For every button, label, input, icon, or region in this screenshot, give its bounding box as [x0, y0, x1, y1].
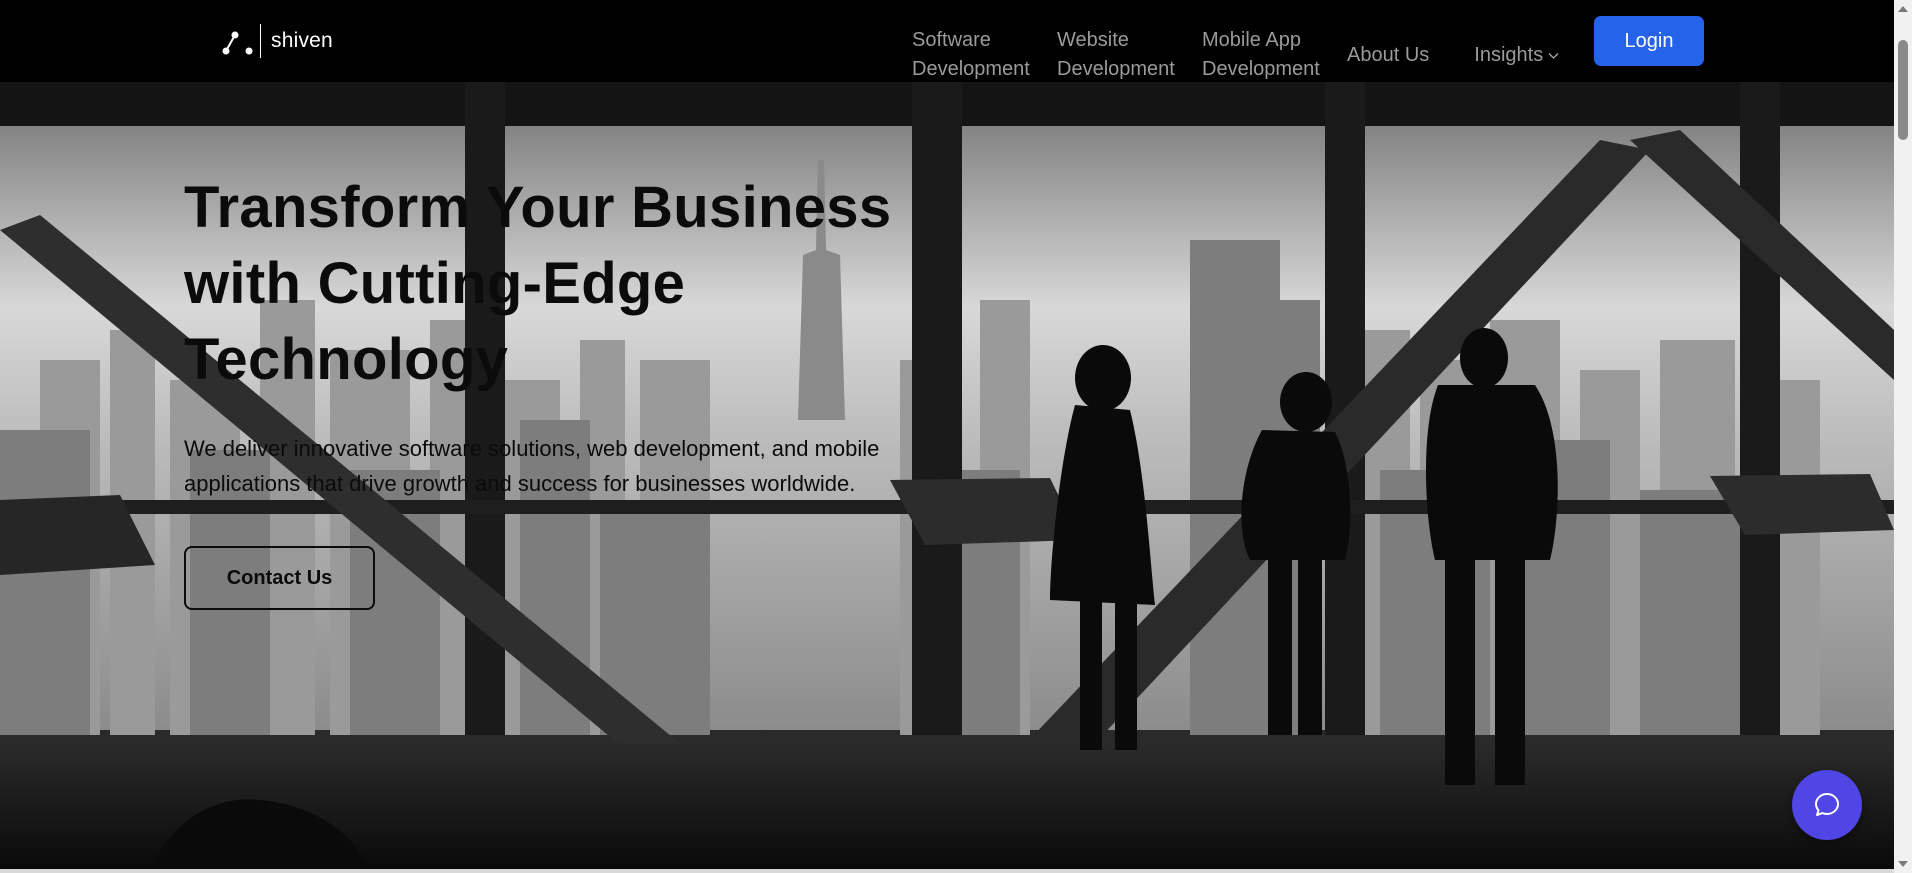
nav-item-about-us[interactable]: About Us	[1347, 41, 1429, 70]
contact-us-button[interactable]: Contact Us	[184, 546, 375, 610]
scroll-up-icon[interactable]	[1898, 6, 1908, 12]
logo-mark-icon	[222, 31, 253, 55]
nav-item-insights-dropdown[interactable]: Insights	[1474, 41, 1560, 70]
nav-item-website-development[interactable]: Website Development	[1057, 26, 1177, 84]
chat-bubble-icon	[1815, 793, 1839, 816]
chat-launcher-button[interactable]	[1792, 770, 1862, 840]
login-button[interactable]: Login	[1594, 16, 1704, 66]
hero-section: Transform Your Business with Cutting-Edg…	[184, 170, 944, 610]
top-navbar: shiven Software Development Website Deve…	[0, 0, 1894, 82]
nav-item-insights-label: Insights	[1474, 44, 1544, 66]
chevron-down-icon	[1548, 52, 1559, 60]
window-bottom-edge	[0, 869, 1894, 873]
hero-title: Transform Your Business with Cutting-Edg…	[184, 175, 892, 392]
scroll-thumb[interactable]	[1898, 40, 1908, 140]
nav-item-mobile-app-development[interactable]: Mobile App Development	[1202, 26, 1322, 84]
brand-divider	[260, 24, 261, 58]
scroll-down-icon[interactable]	[1898, 861, 1908, 867]
page-scrollbar[interactable]	[1894, 0, 1912, 873]
hero-subtitle: We deliver innovative software solutions…	[184, 436, 880, 496]
brand-logo-link[interactable]: shiven	[221, 24, 333, 58]
nav-item-software-development[interactable]: Software Development	[912, 26, 1032, 84]
brand-name: shiven	[271, 29, 333, 52]
main-nav: Software Development Website Development…	[912, 26, 1560, 84]
